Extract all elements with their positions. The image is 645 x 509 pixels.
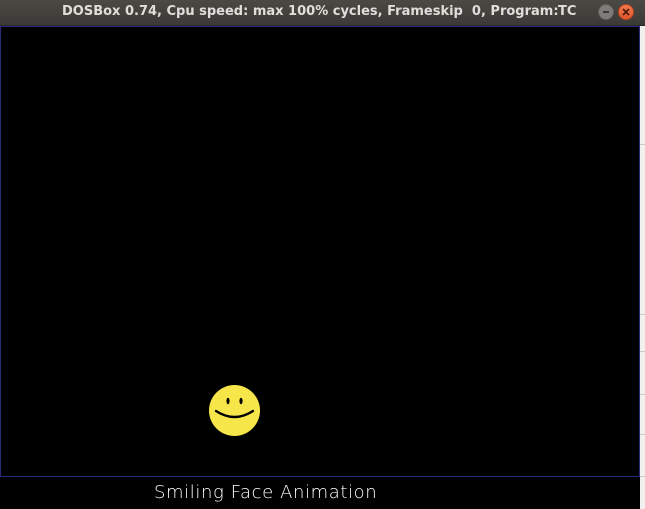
background-divider (640, 434, 645, 435)
background-divider (640, 476, 645, 477)
background-divider (640, 394, 645, 395)
caption-text: Smiling Face Animation (154, 482, 378, 503)
background-divider (640, 314, 645, 315)
background-divider (640, 351, 645, 352)
smiley-left-eye (226, 397, 230, 405)
smiley-right-eye (239, 397, 243, 405)
window-title-program: TC (558, 4, 577, 19)
background-window-edge (640, 26, 645, 509)
caption-bar: Smiling Face Animation (0, 477, 640, 509)
smiley-face-icon (209, 385, 260, 436)
close-icon (622, 8, 630, 16)
dos-screen[interactable] (0, 26, 640, 477)
background-divider (640, 144, 645, 145)
dosbox-window: DOSBox 0.74, Cpu speed: max 100% cycles,… (0, 0, 645, 509)
title-bar[interactable]: DOSBox 0.74, Cpu speed: max 100% cycles,… (0, 0, 645, 26)
close-button[interactable] (618, 4, 634, 20)
minimize-button[interactable] (598, 4, 614, 20)
window-title: DOSBox 0.74, Cpu speed: max 100% cycles,… (62, 4, 559, 19)
